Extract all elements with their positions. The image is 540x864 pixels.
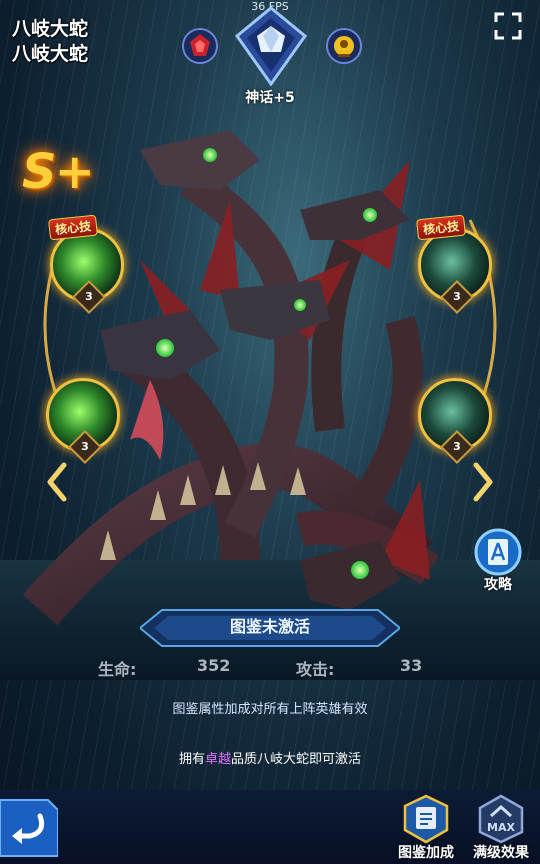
right-arrow-icon[interactable] bbox=[472, 462, 494, 502]
rank-label: 神话+5 bbox=[245, 90, 295, 106]
faction-gold-emblem-icon[interactable] bbox=[324, 26, 364, 66]
rank-crystal-icon bbox=[235, 6, 307, 86]
skill-right[interactable]: 3 bbox=[418, 378, 492, 464]
faction-red-emblem-icon[interactable] bbox=[180, 26, 220, 66]
fullscreen-icon[interactable] bbox=[494, 12, 522, 40]
max-level-icon: MAX bbox=[478, 794, 524, 844]
max-level-label: 满级效果 bbox=[473, 845, 529, 861]
codex-bonus-label: 图鉴加成 bbox=[398, 845, 454, 861]
atk-value: 33 bbox=[400, 656, 423, 675]
left-arrow-icon[interactable] bbox=[46, 462, 68, 502]
hero-codex-screen: 八岐大蛇 八岐大蛇 36 FPS 神话+5 S+ 核心技 3 核心技 3 3 3… bbox=[0, 0, 540, 864]
skill-core-left[interactable]: 核心技 3 bbox=[48, 214, 124, 314]
hp-value: 352 bbox=[197, 656, 231, 675]
max-level-button[interactable]: MAX 满级效果 bbox=[470, 794, 532, 862]
svg-text:MAX: MAX bbox=[487, 821, 515, 834]
back-arrow-icon[interactable] bbox=[0, 796, 58, 860]
codex-status: 图鉴未激活 bbox=[229, 617, 310, 636]
codex-note-bonus: 图鉴属性加成对所有上阵英雄有效 bbox=[172, 702, 368, 717]
note-prefix: 拥有 bbox=[178, 752, 205, 767]
skill-left[interactable]: 3 bbox=[46, 378, 120, 464]
skill-core-right[interactable]: 核心技 3 bbox=[416, 214, 492, 314]
hero-name: 八岐大蛇 bbox=[12, 18, 89, 40]
atk-label: 攻击: bbox=[296, 660, 335, 679]
guide-label: 攻略 bbox=[484, 577, 512, 593]
grade-badge: S+ bbox=[22, 144, 95, 200]
codex-bonus-icon bbox=[403, 794, 449, 844]
core-skill-tag: 核心技 bbox=[416, 214, 466, 241]
codex-bonus-button[interactable]: 图鉴加成 bbox=[395, 794, 457, 862]
hp-label: 生命: bbox=[98, 660, 137, 679]
codex-note-activation: 拥有卓越品质八岐大蛇即可激活 bbox=[0, 748, 540, 767]
guide-book-icon bbox=[474, 528, 522, 576]
quality-highlight: 卓越 bbox=[204, 752, 231, 767]
hero-name-subtitle: 八岐大蛇 bbox=[12, 43, 89, 65]
core-skill-tag: 核心技 bbox=[48, 214, 98, 241]
guide-button[interactable]: 攻略 bbox=[470, 528, 526, 593]
note-suffix: 品质八岐大蛇即可激活 bbox=[231, 752, 362, 767]
